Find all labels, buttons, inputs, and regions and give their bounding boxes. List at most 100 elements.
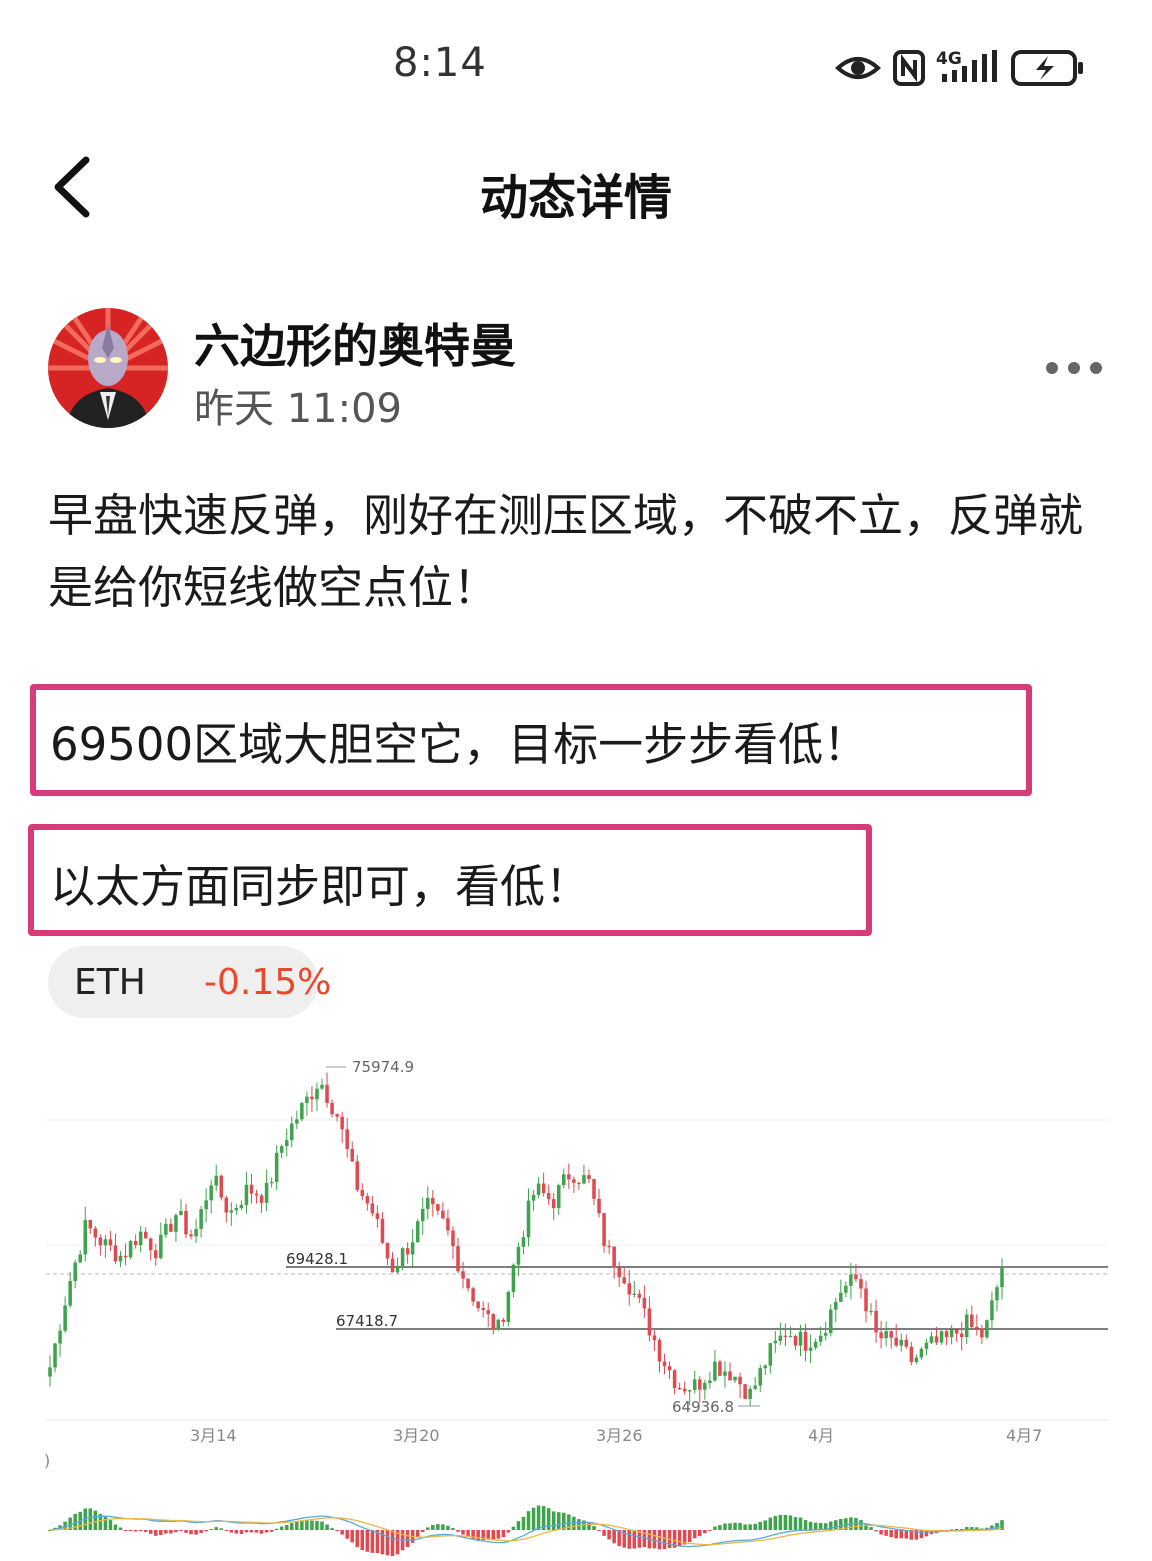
candle-body bbox=[788, 1336, 793, 1338]
candle-body bbox=[914, 1357, 919, 1362]
candle-body bbox=[83, 1220, 88, 1255]
candle-body bbox=[672, 1370, 677, 1389]
candle-body bbox=[466, 1278, 470, 1289]
more-options-button[interactable] bbox=[1040, 356, 1110, 380]
macd-bar bbox=[738, 1522, 742, 1530]
macd-bar bbox=[315, 1520, 319, 1530]
macd-bar bbox=[234, 1530, 239, 1534]
macd-bar bbox=[703, 1530, 707, 1534]
macd-bar bbox=[632, 1530, 637, 1549]
macd-bar bbox=[194, 1530, 198, 1535]
candle-body bbox=[48, 1367, 52, 1377]
macd-bar bbox=[556, 1512, 561, 1530]
candle-body bbox=[511, 1264, 516, 1292]
candle-body bbox=[284, 1140, 289, 1147]
macd-bar bbox=[652, 1530, 657, 1549]
macd-bar bbox=[592, 1526, 596, 1530]
ticker-symbol: ETH bbox=[74, 962, 146, 1003]
candle-body bbox=[718, 1361, 722, 1376]
macd-bar bbox=[113, 1524, 118, 1530]
macd-bar bbox=[451, 1528, 455, 1530]
candle-body bbox=[934, 1336, 939, 1343]
candle-body bbox=[849, 1274, 853, 1286]
macd-bar bbox=[506, 1530, 511, 1533]
x-tick-label: 4月 bbox=[808, 1426, 834, 1445]
candle-body bbox=[889, 1331, 893, 1338]
candle-body bbox=[395, 1266, 400, 1273]
candle-body bbox=[88, 1220, 93, 1229]
candle-body bbox=[944, 1331, 949, 1338]
price-chart[interactable]: 75974.9 69428.1 67418.7 64936.8 3月14 3月2… bbox=[0, 1040, 1152, 1561]
candle-body bbox=[632, 1293, 637, 1295]
candle-body bbox=[219, 1175, 224, 1198]
candle-body bbox=[919, 1348, 924, 1358]
candle-body bbox=[501, 1319, 506, 1322]
macd-bar bbox=[496, 1530, 501, 1539]
candle-body bbox=[869, 1310, 873, 1313]
candle-body bbox=[859, 1279, 863, 1289]
candle-body bbox=[793, 1336, 798, 1346]
candle-body bbox=[420, 1208, 425, 1222]
candle-body bbox=[572, 1179, 576, 1183]
candle-body bbox=[854, 1274, 858, 1280]
candle-body bbox=[808, 1347, 813, 1351]
candle-body bbox=[597, 1198, 601, 1214]
macd-bar bbox=[733, 1522, 737, 1530]
candle-body bbox=[269, 1182, 274, 1184]
author-name[interactable]: 六边形的奥特曼 bbox=[194, 310, 516, 376]
candle-body bbox=[481, 1308, 485, 1311]
macd-bar bbox=[461, 1530, 465, 1535]
candle-body bbox=[436, 1204, 440, 1211]
macd-bar bbox=[521, 1516, 526, 1530]
candle-body bbox=[380, 1218, 385, 1243]
macd-bar bbox=[370, 1530, 375, 1553]
candle-body bbox=[647, 1308, 652, 1336]
candle-body bbox=[441, 1210, 445, 1219]
ticker-chip[interactable]: ETH -0.15% bbox=[48, 946, 331, 1018]
candle-body bbox=[103, 1239, 108, 1246]
macd-bar bbox=[108, 1520, 113, 1530]
candle-body bbox=[93, 1228, 98, 1238]
macd-group bbox=[48, 1505, 1004, 1556]
candle-body bbox=[834, 1301, 838, 1310]
macd-bar bbox=[148, 1530, 153, 1534]
macd-bar bbox=[229, 1530, 234, 1533]
macd-bar bbox=[884, 1530, 888, 1536]
macd-bar bbox=[728, 1523, 732, 1530]
macd-bar bbox=[415, 1530, 420, 1538]
candle-body bbox=[803, 1331, 808, 1351]
candle-body bbox=[68, 1281, 72, 1306]
candle-body bbox=[451, 1230, 455, 1247]
macd-bar bbox=[128, 1530, 133, 1531]
macd-bar bbox=[793, 1517, 798, 1530]
candle-body bbox=[763, 1365, 768, 1369]
post-time: 昨天 11:09 bbox=[194, 386, 402, 432]
candle-body bbox=[587, 1175, 591, 1180]
candle-body bbox=[295, 1119, 299, 1124]
candle-body bbox=[169, 1223, 173, 1232]
candle-body bbox=[687, 1390, 692, 1392]
macd-bar bbox=[456, 1530, 460, 1532]
macd-bar bbox=[536, 1505, 541, 1530]
x-tick-label: 3月20 bbox=[393, 1426, 440, 1445]
candle-body bbox=[521, 1237, 526, 1247]
candle-body bbox=[410, 1242, 415, 1255]
candle-body bbox=[390, 1258, 395, 1273]
macd-bar bbox=[159, 1530, 163, 1536]
avatar[interactable] bbox=[48, 308, 168, 428]
macd-bar bbox=[763, 1520, 768, 1530]
candle-body bbox=[728, 1371, 732, 1381]
macd-bar bbox=[365, 1530, 370, 1552]
macd-bar bbox=[501, 1530, 506, 1538]
candle-body bbox=[194, 1229, 198, 1237]
candle-body bbox=[325, 1084, 329, 1103]
candle-body bbox=[939, 1331, 944, 1343]
candle-body bbox=[461, 1271, 465, 1279]
candle-body bbox=[290, 1123, 294, 1141]
macd-bar bbox=[345, 1530, 349, 1539]
candle-body bbox=[909, 1346, 914, 1362]
macd-bar bbox=[899, 1530, 904, 1539]
candle-body bbox=[798, 1331, 803, 1346]
candle-body bbox=[723, 1371, 727, 1376]
candle-body bbox=[154, 1250, 158, 1259]
